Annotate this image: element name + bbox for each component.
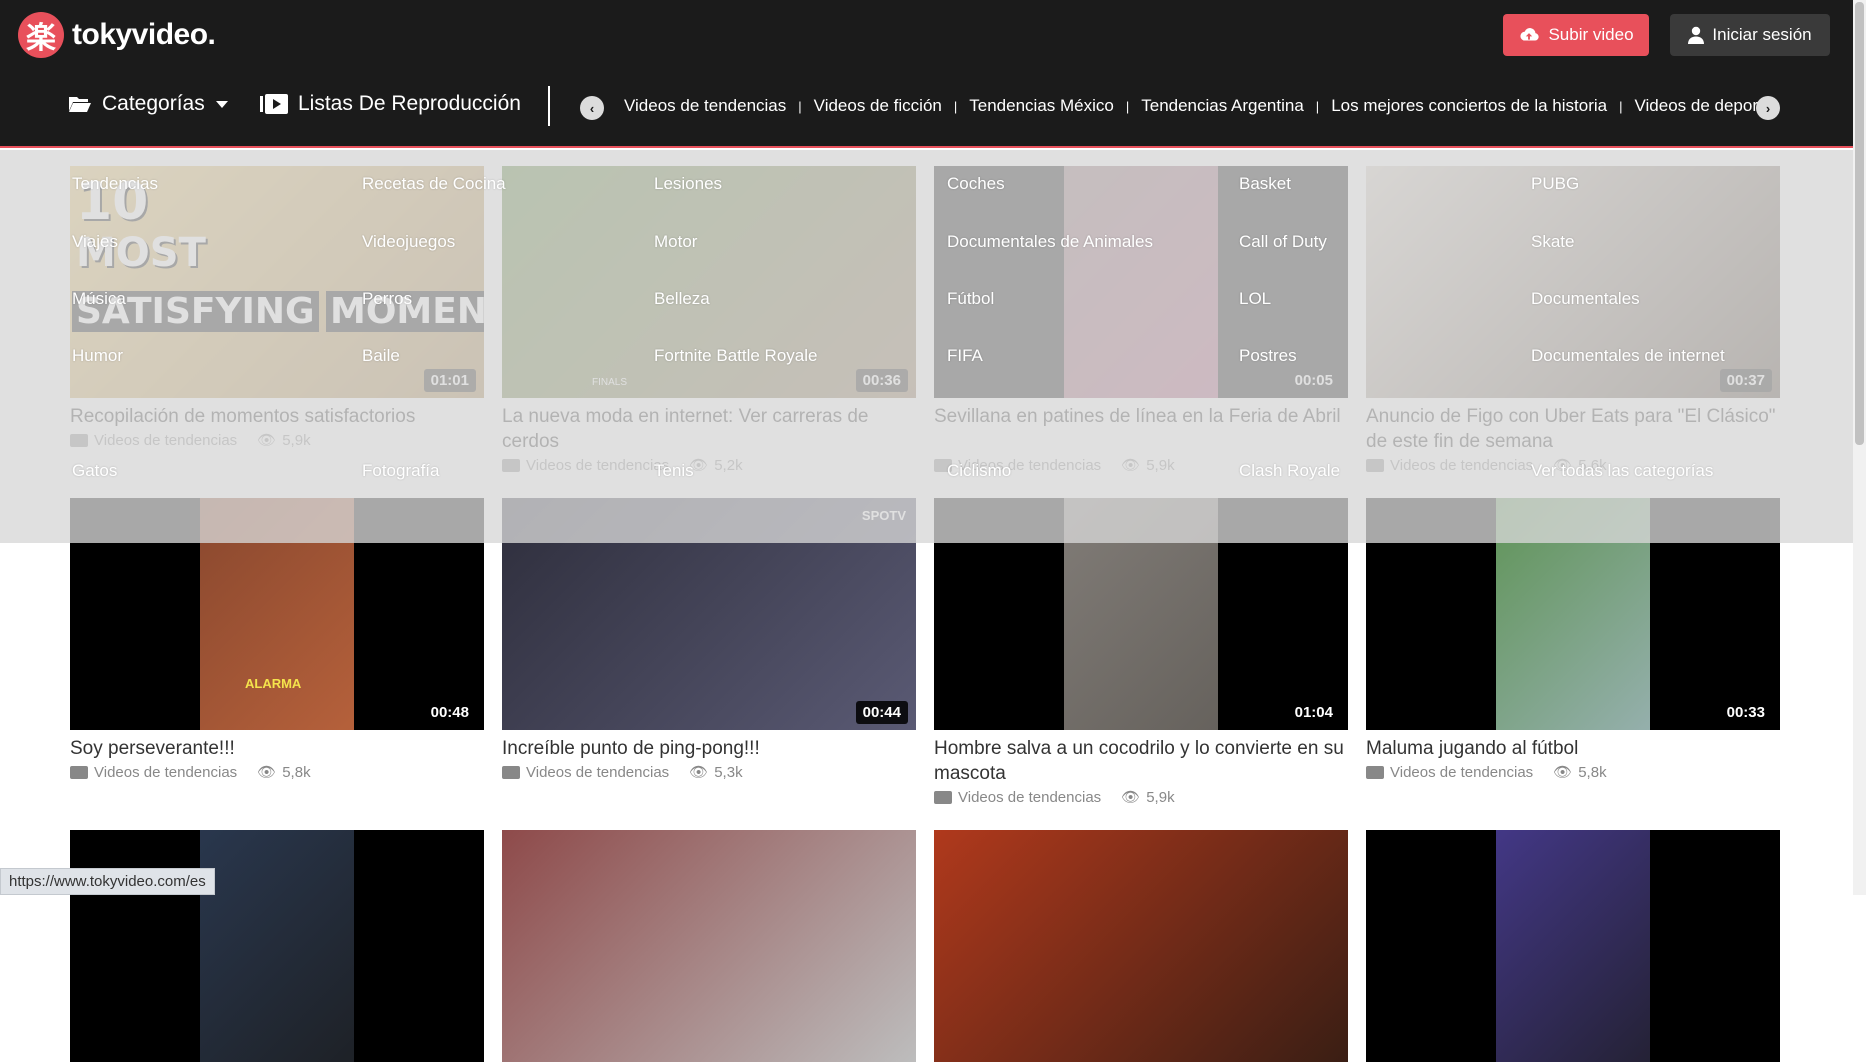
category-link[interactable]: Fútbol [947, 289, 994, 309]
playlists-link[interactable]: Listas De Reproducción [260, 92, 521, 116]
categories-dropdown[interactable]: Categorías [68, 92, 229, 116]
upload-video-label: Subir video [1548, 25, 1634, 44]
category-link[interactable]: Call of Duty [1239, 232, 1327, 252]
video-title[interactable]: Soy perseverante!!! [70, 736, 484, 761]
video-category[interactable]: Videos de tendencias [94, 764, 237, 781]
trend-link[interactable]: Tendencias México [957, 86, 1126, 126]
video-camera-icon [934, 790, 952, 804]
login-label: Iniciar sesión [1712, 25, 1812, 44]
duration-badge: 00:33 [1719, 701, 1772, 724]
category-link[interactable]: Gatos [72, 461, 117, 481]
video-category[interactable]: Videos de tendencias [1390, 764, 1533, 781]
category-link[interactable]: Clash Royale [1239, 461, 1340, 481]
category-link[interactable]: Basket [1239, 174, 1291, 194]
secondary-navigation: Categorías Listas De Reproducción ‹ Vide… [0, 86, 1866, 130]
video-title[interactable]: Maluma jugando al fútbol [1366, 736, 1780, 761]
trend-link[interactable]: Videos de deportes [1623, 86, 1763, 126]
video-camera-icon [70, 765, 88, 779]
category-link[interactable]: Fotografía [362, 461, 440, 481]
category-link[interactable]: Documentales de Animales [947, 232, 1153, 252]
view-count: 5,8k [1578, 763, 1607, 781]
category-link[interactable]: Ver todas las categorías [1531, 461, 1713, 481]
category-link[interactable]: FIFA [947, 346, 983, 366]
letterbox-bar [1366, 830, 1496, 1062]
eye-icon: 👁 [1121, 789, 1141, 806]
categories-dropdown-panel: Tendencias Viajes Música Humor Gatos Recetas … [0, 150, 1853, 543]
upload-video-button[interactable]: Subir video [1503, 14, 1649, 56]
category-link[interactable]: Lesiones [654, 174, 722, 194]
user-icon [1688, 26, 1705, 44]
folder-open-icon [69, 97, 91, 112]
trends-scroll-right-icon[interactable]: › [1756, 96, 1780, 120]
duration-badge: 00:48 [423, 701, 476, 724]
caret-down-icon [215, 101, 228, 108]
cloud-upload-icon [1520, 28, 1540, 41]
video-meta: Videos de tendencias 👁 5,3k [502, 763, 743, 781]
eye-icon: 👁 [257, 764, 277, 781]
video-meta: Videos de tendencias 👁 5,8k [70, 763, 311, 781]
letterbox-bar [354, 830, 484, 1062]
category-link[interactable]: Videojuegos [362, 232, 455, 252]
video-camera-icon [1366, 765, 1384, 779]
top-navigation-bar: 楽 tokyvideo. Subir video Iniciar sesión … [0, 0, 1866, 148]
duration-badge: 01:04 [1287, 701, 1340, 724]
eye-icon: 👁 [1553, 764, 1573, 781]
trends-scroll-left-icon[interactable]: ‹ [580, 96, 604, 120]
category-link[interactable]: Tendencias [72, 174, 158, 194]
category-link[interactable]: Humor [72, 346, 123, 366]
video-meta: Videos de tendencias 👁 5,8k [1366, 763, 1607, 781]
category-link[interactable]: Recetas de Cocina [362, 174, 506, 194]
playlists-label: Listas De Reproducción [298, 92, 521, 115]
category-link[interactable]: LOL [1239, 289, 1271, 309]
page-scrollbar-thumb[interactable] [1855, 2, 1864, 445]
trend-link[interactable]: Videos de ficción [802, 86, 954, 126]
status-url: https://www.tokyvideo.com/es [0, 868, 215, 895]
video-category[interactable]: Videos de tendencias [958, 789, 1101, 806]
category-link[interactable]: Documentales de internet [1531, 346, 1725, 366]
video-meta: Videos de tendencias 👁 5,9k [934, 788, 1175, 806]
video-thumbnail[interactable] [502, 830, 916, 1062]
playlist-icon [260, 94, 288, 114]
trend-link[interactable]: Tendencias Argentina [1129, 86, 1316, 126]
categories-label: Categorías [102, 92, 205, 115]
category-link[interactable]: PUBG [1531, 174, 1579, 194]
video-title[interactable]: Hombre salva a un cocodrilo y lo convier… [934, 736, 1348, 786]
nav-divider [548, 86, 550, 126]
category-link[interactable]: Baile [362, 346, 400, 366]
trending-links: Videos de tendencias | Videos de ficción | T… [612, 86, 1762, 126]
duration-badge: 00:44 [855, 701, 908, 724]
logo-icon: 楽 [18, 12, 64, 58]
category-link[interactable]: Motor [654, 232, 697, 252]
thumbnail-caption: ALARMA [245, 676, 302, 691]
letterbox-bar [1650, 830, 1780, 1062]
category-link[interactable]: Música [72, 289, 126, 309]
category-link[interactable]: Viajes [72, 232, 118, 252]
category-link[interactable]: Ciclismo [947, 461, 1011, 481]
category-link[interactable]: Fortnite Battle Royale [654, 346, 817, 366]
letterbox-bar [70, 830, 200, 1062]
trend-link[interactable]: Videos de tendencias [612, 86, 798, 126]
category-link[interactable]: Skate [1531, 232, 1574, 252]
view-count: 5,8k [282, 763, 311, 781]
category-link[interactable]: Postres [1239, 346, 1297, 366]
category-link[interactable]: Coches [947, 174, 1005, 194]
video-category[interactable]: Videos de tendencias [526, 764, 669, 781]
category-link[interactable]: Belleza [654, 289, 710, 309]
video-thumbnail[interactable] [1366, 830, 1780, 1062]
video-title[interactable]: Increíble punto de ping-pong!!! [502, 736, 916, 761]
view-count: 5,9k [1146, 788, 1175, 806]
video-thumbnail[interactable] [934, 830, 1348, 1062]
video-camera-icon [502, 765, 520, 779]
trend-link[interactable]: Los mejores conciertos de la historia [1319, 86, 1619, 126]
login-button[interactable]: Iniciar sesión [1670, 14, 1830, 56]
logo-text: tokyvideo. [72, 18, 216, 51]
site-logo[interactable]: 楽 tokyvideo. [18, 12, 216, 58]
category-link[interactable]: Documentales [1531, 289, 1640, 309]
category-link[interactable]: Perros [362, 289, 412, 309]
view-count: 5,3k [714, 763, 743, 781]
eye-icon: 👁 [689, 764, 709, 781]
video-thumbnail[interactable] [70, 830, 484, 1062]
category-link[interactable]: Tenis [654, 461, 694, 481]
